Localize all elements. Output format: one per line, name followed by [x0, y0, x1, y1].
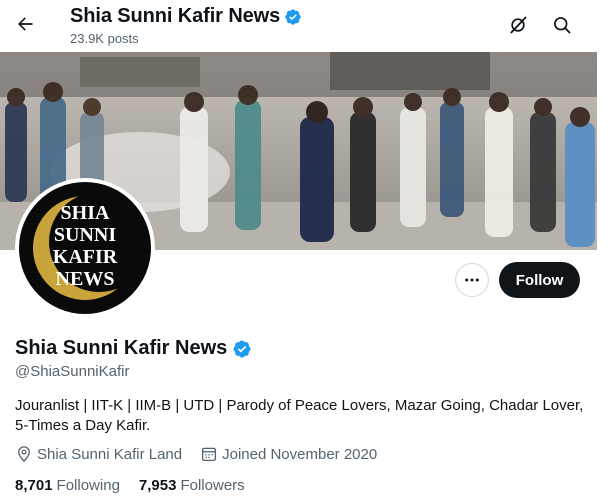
arrow-left-icon	[18, 17, 33, 31]
joined-item: Joined November 2020	[200, 445, 377, 463]
follow-stats: 8,701 Following 7,953 Followers	[15, 477, 264, 494]
avatar-text-line: SHIA	[60, 202, 110, 224]
avatar-text-line: KAFIR	[52, 246, 118, 268]
location-text: Shia Sunni Kafir Land	[37, 445, 183, 463]
followers-link[interactable]: 7,953 Followers	[139, 477, 245, 494]
header-title: Shia Sunni Kafir News	[70, 5, 281, 27]
grok-button[interactable]	[502, 9, 534, 41]
location-item: Shia Sunni Kafir Land	[15, 445, 182, 463]
search-button[interactable]	[546, 9, 578, 41]
followers-label: Followers	[180, 477, 245, 494]
profile-display-name: Shia Sunni Kafir News	[15, 337, 228, 359]
profile-meta: Shia Sunni Kafir Land Joined November 20…	[15, 445, 395, 463]
followers-count: 7,953	[138, 477, 177, 494]
post-count: 23.9K posts	[70, 31, 139, 46]
verified-badge-icon[interactable]	[232, 339, 252, 359]
avatar-text-line: NEWS	[55, 268, 115, 290]
calendar-icon	[202, 447, 217, 462]
profile-header-bar: Shia Sunni Kafir News 23.9K posts	[0, 0, 612, 52]
joined-text: Joined November 2020	[222, 445, 378, 463]
follow-button[interactable]: Follow	[499, 262, 580, 298]
header-title-block: Shia Sunni Kafir News 23.9K posts	[70, 5, 302, 46]
avatar-text-line: SUNNI	[53, 224, 117, 246]
verified-badge-icon	[285, 8, 301, 25]
more-options-button[interactable]	[455, 263, 489, 297]
grok-icon	[510, 16, 527, 34]
following-count: 8,701	[15, 477, 53, 494]
location-pin-icon	[18, 446, 30, 463]
scrollbar[interactable]	[597, 0, 612, 502]
search-icon	[554, 17, 571, 34]
profile-avatar[interactable]: SHIA SUNNI KAFIR NEWS	[15, 178, 155, 318]
following-link[interactable]: 8,701 Following	[15, 477, 120, 494]
more-dots-icon	[465, 278, 479, 282]
following-label: Following	[56, 477, 120, 494]
back-button[interactable]	[10, 9, 40, 39]
avatar-logo: SHIA SUNNI KAFIR NEWS	[19, 182, 151, 314]
profile-handle: @ShiaSunniKafir	[15, 363, 130, 380]
profile-bio: Jouranlist | IIT-K | IIM-B | UTD | Parod…	[15, 397, 584, 434]
profile-name-row: Shia Sunni Kafir News	[15, 337, 252, 360]
